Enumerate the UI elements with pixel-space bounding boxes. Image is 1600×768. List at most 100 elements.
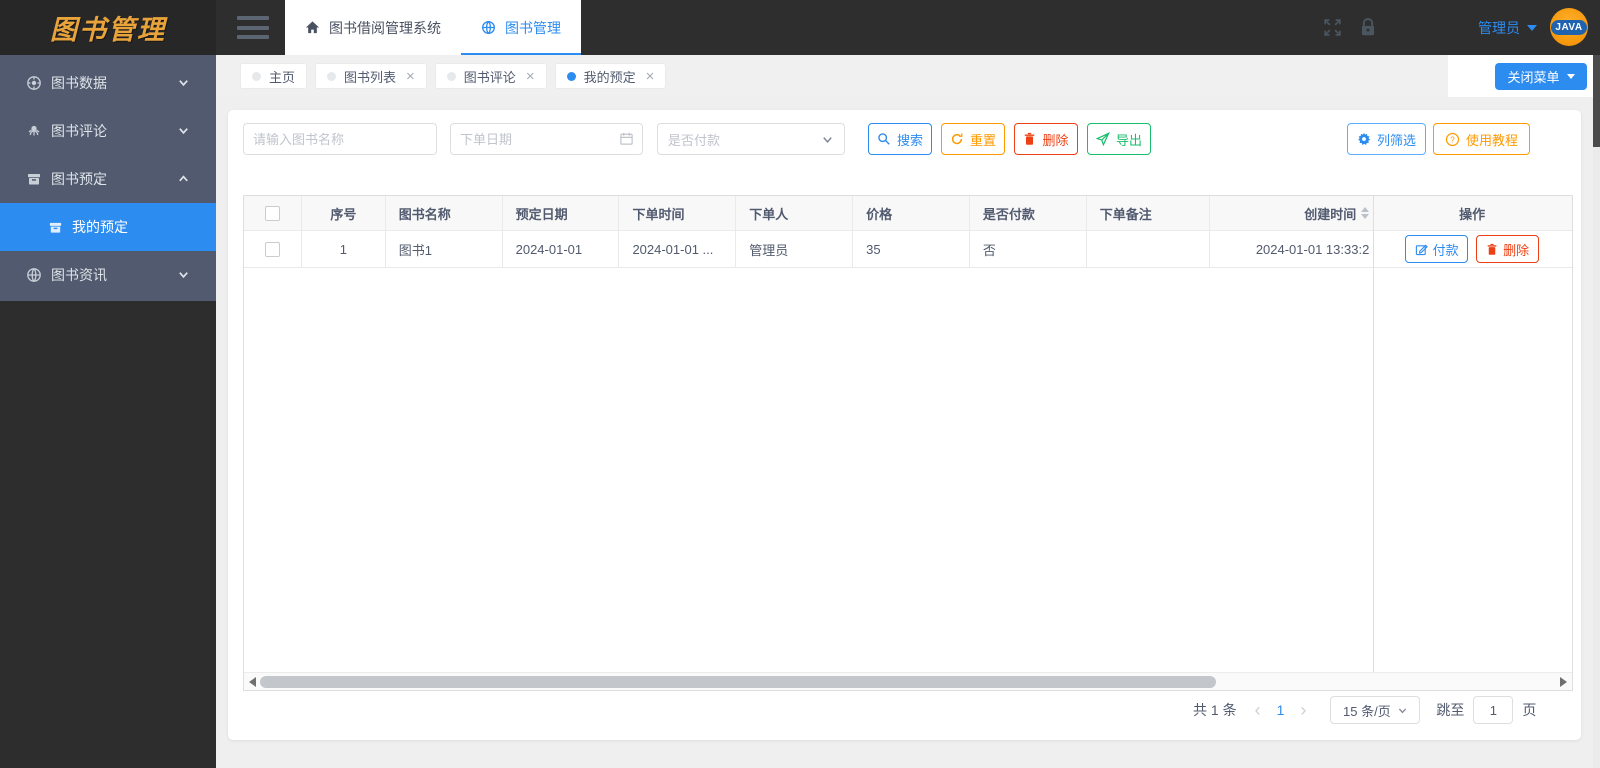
tab-chip-label: 主页	[269, 69, 296, 85]
table-header-checkbox-cell	[244, 196, 302, 230]
nav-tab-label: 图书管理	[505, 19, 561, 36]
user-menu[interactable]: 管理员	[1478, 18, 1537, 38]
row-delete-button[interactable]: 删除	[1476, 235, 1540, 263]
sidebar-item-label: 图书资讯	[51, 267, 107, 283]
pay-button[interactable]: 付款	[1405, 235, 1469, 263]
tab-chip-book-comments[interactable]: 图书评论 ×	[434, 63, 547, 89]
sidebar-item-my-reservations[interactable]: 我的预定	[0, 203, 216, 251]
scrollbar-thumb[interactable]	[260, 676, 1216, 688]
trash-icon	[1487, 243, 1497, 255]
column-header-reserve-date: 预定日期	[503, 196, 620, 230]
column-filter-label: 列筛选	[1376, 132, 1416, 148]
disc-icon	[26, 75, 42, 91]
sidebar-item-label: 图书评论	[51, 123, 107, 139]
trash-icon	[1025, 132, 1035, 145]
select-all-checkbox[interactable]	[264, 205, 280, 221]
nav-tab-home[interactable]: 图书借阅管理系统	[285, 0, 461, 55]
question-circle-icon: ?	[1445, 132, 1460, 146]
row-checkbox-cell	[244, 231, 302, 267]
cell-index: 1	[302, 231, 386, 267]
chevron-down-icon	[1527, 25, 1537, 31]
horizontal-scrollbar[interactable]	[244, 672, 1572, 690]
cell-remark	[1087, 231, 1210, 267]
avatar[interactable]: JAVA	[1550, 8, 1588, 46]
page-scrollbar-thumb[interactable]	[1593, 55, 1600, 147]
close-icon[interactable]: ×	[646, 69, 655, 84]
reset-button[interactable]: 重置	[941, 123, 1005, 155]
top-header: 图书管理 图书借阅管理系统 图书管理 管理员 JAVA	[0, 0, 1600, 55]
column-filter-button[interactable]: 列筛选	[1347, 123, 1426, 155]
globe-icon	[26, 267, 42, 283]
column-header-created-label: 创建时间	[1304, 206, 1357, 222]
cell-book-name: 图书1	[386, 231, 503, 267]
column-header-book-name: 图书名称	[386, 196, 503, 230]
sort-icon[interactable]	[1361, 207, 1370, 219]
cell-created: 2024-01-01 13:33:2	[1255, 241, 1370, 257]
page-size-select[interactable]: 15 条/页	[1330, 696, 1421, 724]
nav-tab-book-admin[interactable]: 图书管理	[461, 0, 581, 55]
tab-chip-label: 图书评论	[463, 69, 516, 85]
box-icon	[26, 171, 42, 187]
lock-icon[interactable]	[1357, 16, 1379, 38]
jump-page-input[interactable]	[1473, 696, 1514, 724]
chevron-down-icon	[823, 136, 832, 143]
column-header-paid: 是否付款	[970, 196, 1087, 230]
sidebar-item-book-data[interactable]: 图书数据	[0, 59, 216, 107]
sidebar-item-label: 图书预定	[51, 171, 107, 187]
page-size-label: 15 条/页	[1343, 703, 1391, 719]
user-name: 管理员	[1478, 20, 1520, 36]
tab-chip-book-list[interactable]: 图书列表 ×	[315, 63, 427, 89]
search-button[interactable]: 搜索	[868, 123, 932, 155]
column-header-price: 价格	[853, 196, 970, 230]
close-icon[interactable]: ×	[526, 69, 535, 84]
search-icon	[878, 133, 890, 145]
close-icon[interactable]: ×	[406, 69, 415, 84]
close-menu-button[interactable]: 关闭菜单	[1495, 63, 1587, 90]
column-header-order-time: 下单时间	[619, 196, 737, 230]
globe-icon	[481, 20, 496, 35]
tab-dot-icon	[327, 71, 337, 81]
paid-status-select[interactable]: 是否付款	[657, 123, 845, 155]
bug-icon	[26, 123, 42, 139]
tutorial-button[interactable]: ? 使用教程	[1433, 123, 1530, 155]
sidebar-toggle-icon[interactable]	[237, 16, 269, 39]
page-scrollbar[interactable]	[1593, 55, 1600, 768]
row-checkbox[interactable]	[264, 241, 280, 257]
next-page-button[interactable]: ›	[1300, 701, 1306, 719]
delete-button-label: 删除	[1042, 132, 1069, 148]
tab-chip-my-reservations[interactable]: 我的预定 ×	[554, 63, 667, 89]
tab-chip-label: 我的预定	[583, 69, 636, 85]
order-date-input[interactable]	[450, 123, 643, 155]
scroll-right-icon[interactable]	[1560, 677, 1567, 687]
avatar-badge: JAVA	[1551, 19, 1587, 35]
sidebar-menu: 图书数据 图书评论 图书预定 我的预定 图书资讯	[0, 55, 216, 301]
sidebar-item-book-comments[interactable]: 图书评论	[0, 107, 216, 155]
sidebar-item-book-news[interactable]: 图书资讯	[0, 251, 216, 299]
scroll-left-icon[interactable]	[249, 677, 256, 687]
delete-button[interactable]: 删除	[1014, 123, 1078, 155]
column-header-index: 序号	[302, 196, 386, 230]
paid-select-placeholder: 是否付款	[668, 132, 721, 148]
edit-icon	[1415, 244, 1428, 255]
tab-chip-home[interactable]: 主页	[240, 63, 308, 89]
cell-paid: 否	[970, 231, 1087, 267]
fullscreen-icon[interactable]	[1322, 17, 1343, 38]
chevron-up-icon	[177, 172, 190, 185]
box-icon	[48, 220, 63, 235]
search-button-label: 搜索	[896, 132, 923, 148]
book-name-input[interactable]	[243, 123, 437, 155]
tab-dot-icon	[566, 71, 576, 81]
reservations-table: 序号 图书名称 预定日期 下单时间 下单人 价格 是否付款 下单备注 创建时间 …	[243, 195, 1573, 691]
chevron-down-icon	[1566, 74, 1575, 79]
page-number-1[interactable]: 1	[1277, 702, 1285, 718]
chevron-down-icon	[177, 124, 190, 137]
prev-page-button[interactable]: ‹	[1255, 701, 1261, 719]
sidebar: 图书数据 图书评论 图书预定 我的预定 图书资讯	[0, 55, 216, 768]
export-button[interactable]: 导出	[1087, 123, 1151, 155]
page-unit-label: 页	[1522, 702, 1537, 718]
svg-text:?: ?	[1450, 135, 1455, 144]
sidebar-item-label: 我的预定	[72, 219, 128, 235]
order-date-picker[interactable]	[450, 123, 643, 155]
pagination: 共 1 条 ‹ 1 › 15 条/页 跳至 页	[1193, 695, 1536, 725]
sidebar-item-book-reservation[interactable]: 图书预定	[0, 155, 216, 203]
